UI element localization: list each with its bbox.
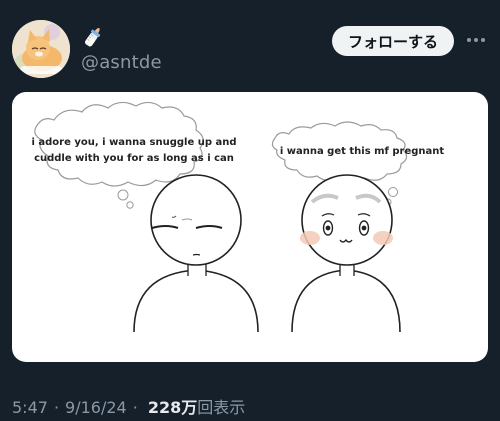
cat-avatar xyxy=(12,20,70,78)
right-thought-line1: i wanna get this mf pregnant xyxy=(280,146,445,157)
post-date[interactable]: 9/16/24 xyxy=(65,398,127,417)
more-icon[interactable] xyxy=(465,28,487,52)
avatar[interactable] xyxy=(12,20,70,78)
views-count: 228 xyxy=(147,398,182,417)
left-thought-line1: i adore you, i wanna snuggle up and xyxy=(31,137,236,148)
left-thought-line2: cuddle with you for as long as i can xyxy=(34,153,234,164)
comic-illustration: i adore you, i wanna snuggle up and cudd… xyxy=(31,101,445,333)
post-time[interactable]: 5:47 xyxy=(12,398,48,417)
right-character xyxy=(291,174,401,333)
author-handle[interactable]: @asntde xyxy=(81,52,162,73)
post-meta: 5:47 · 9/16/24 · 228 万 回表示 xyxy=(12,394,245,418)
meta-separator: · xyxy=(132,398,138,417)
post-image[interactable]: i adore you, i wanna snuggle up and cudd… xyxy=(12,92,488,362)
follow-button[interactable]: フォローする xyxy=(332,26,454,56)
left-character xyxy=(133,174,259,333)
meta-separator: · xyxy=(53,398,60,417)
views-label: 回表示 xyxy=(197,398,246,417)
views-unit: 万 xyxy=(181,398,198,417)
baby-bottle-icon xyxy=(80,24,106,50)
